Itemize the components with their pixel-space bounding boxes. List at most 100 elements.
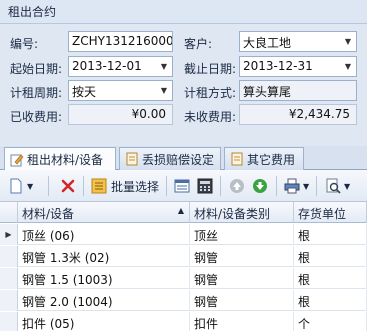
- row-indicator: [0, 268, 18, 289]
- unit-cell[interactable]: 根: [294, 268, 367, 289]
- table-row[interactable]: 钢管 1.5 (1003) 钢管 根: [0, 268, 367, 289]
- column-header-category[interactable]: 材料/设备类别: [190, 202, 294, 223]
- column-header-label: 材料/设备类别: [194, 207, 271, 221]
- start-date-picker[interactable]: 2013-12-01 ▼: [68, 56, 173, 77]
- table-row[interactable]: 钢管 1.3米 (02) 钢管 根: [0, 246, 367, 267]
- search-icon: [326, 178, 341, 194]
- print-button[interactable]: ▼: [284, 177, 309, 195]
- toolbar-separator: [83, 176, 84, 196]
- material-cell[interactable]: 钢管 1.3米 (02): [18, 246, 190, 267]
- row-indicator: [0, 246, 18, 267]
- material-cell[interactable]: 钢管 2.0 (1004): [18, 290, 190, 311]
- unit-cell[interactable]: 根: [294, 224, 367, 245]
- category-cell[interactable]: 钢管: [190, 290, 294, 311]
- arrow-down-icon: [253, 179, 267, 193]
- chevron-down-icon[interactable]: ▼: [156, 81, 172, 100]
- unit-cell[interactable]: 根: [294, 246, 367, 267]
- column-header-unit[interactable]: 存货单位: [294, 202, 367, 223]
- category-cell[interactable]: 顶丝: [190, 224, 294, 245]
- customer-combo[interactable]: 大良工地 ▼: [239, 31, 357, 52]
- table-row[interactable]: ▶ 顶丝 (06) 顶丝 根: [0, 224, 367, 245]
- billing-cycle-value: 按天: [72, 85, 97, 99]
- contract-no-field[interactable]: ZCHY1312160001: [68, 31, 173, 52]
- toolbar: ▼ 批量选择 ▼ ▼: [0, 170, 367, 202]
- tab-label: 其它费用: [247, 152, 296, 167]
- table-row[interactable]: 扣件 (05) 扣件 个: [0, 312, 367, 331]
- row-indicator: [0, 290, 18, 311]
- received-label: 已收费用:: [10, 110, 63, 124]
- contract-no-label: 编号:: [10, 37, 39, 51]
- calculator-button[interactable]: [197, 177, 213, 195]
- unit-cell[interactable]: 根: [294, 290, 367, 311]
- calculator-icon: [197, 178, 213, 194]
- form-view-icon: [174, 179, 190, 193]
- tab-rented-materials[interactable]: 租出材料/设备: [4, 147, 116, 171]
- billing-method-field: 算头算尾: [239, 80, 357, 101]
- toolbar-separator: [220, 176, 221, 196]
- sort-ascending-icon: ▲: [177, 206, 184, 215]
- edit-document-icon: [10, 153, 24, 167]
- tab-loss-compensation[interactable]: 丢损赔偿设定: [119, 147, 221, 170]
- find-button[interactable]: ▼: [325, 177, 350, 195]
- chevron-down-icon[interactable]: ▼: [27, 182, 33, 191]
- batch-select-button[interactable]: 批量选择: [91, 177, 159, 195]
- delete-x-icon: [61, 179, 75, 193]
- billing-cycle-label: 计租周期:: [10, 86, 63, 100]
- customer-label: 客户:: [184, 37, 213, 51]
- billing-method-label: 计租方式:: [184, 86, 237, 100]
- current-row-indicator-icon: ▶: [0, 224, 18, 245]
- column-header-material[interactable]: 材料/设备 ▲: [18, 202, 190, 223]
- chevron-down-icon[interactable]: ▼: [303, 182, 309, 191]
- unreceived-field: ¥2,434.75: [239, 104, 357, 125]
- tab-label: 丢损赔偿设定: [142, 152, 215, 167]
- row-indicator: [0, 312, 18, 331]
- billing-cycle-combo[interactable]: 按天 ▼: [68, 80, 173, 101]
- view-button[interactable]: [174, 177, 190, 195]
- tab-strip: 租出材料/设备 丢损赔偿设定 其它费用: [0, 146, 367, 171]
- new-button[interactable]: ▼: [8, 177, 33, 195]
- category-cell[interactable]: 钢管: [190, 246, 294, 267]
- move-up-button[interactable]: [229, 177, 245, 195]
- tab-other-fees[interactable]: 其它费用: [224, 147, 304, 170]
- unreceived-value: ¥2,434.75: [288, 107, 350, 121]
- category-cell[interactable]: 钢管: [190, 268, 294, 289]
- material-cell[interactable]: 钢管 1.5 (1003): [18, 268, 190, 289]
- grid-corner-header: [0, 202, 18, 223]
- chevron-down-icon[interactable]: ▼: [340, 32, 356, 51]
- material-cell[interactable]: 顶丝 (06): [18, 224, 190, 245]
- column-header-label: 存货单位: [298, 207, 347, 221]
- chevron-down-icon[interactable]: ▼: [340, 57, 356, 76]
- print-icon: [284, 178, 300, 194]
- start-date-label: 起始日期:: [10, 62, 63, 76]
- material-cell[interactable]: 扣件 (05): [18, 312, 190, 331]
- new-document-icon: [10, 178, 22, 194]
- end-date-label: 截止日期:: [184, 62, 237, 76]
- unreceived-label: 未收费用:: [184, 110, 237, 124]
- end-date-picker[interactable]: 2013-12-31 ▼: [239, 56, 357, 77]
- received-field: ¥0.00: [68, 104, 173, 125]
- toolbar-separator: [276, 176, 277, 196]
- document-icon: [230, 152, 244, 166]
- chevron-down-icon[interactable]: ▼: [344, 182, 350, 191]
- tab-label: 租出材料/设备: [27, 153, 104, 167]
- table-row[interactable]: 钢管 2.0 (1004) 钢管 根: [0, 290, 367, 311]
- move-down-button[interactable]: [252, 177, 268, 195]
- column-header-label: 材料/设备: [22, 207, 75, 221]
- delete-button[interactable]: [60, 177, 76, 195]
- batch-select-icon: [91, 178, 107, 194]
- materials-grid: 材料/设备 ▲ 材料/设备类别 存货单位 ▶ 顶丝 (06) 顶丝 根 钢管 1…: [0, 202, 367, 331]
- customer-value: 大良工地: [243, 36, 292, 50]
- group-title: 租出合约: [0, 0, 367, 24]
- start-date-value: 2013-12-01: [72, 59, 142, 73]
- arrow-up-icon: [230, 179, 244, 193]
- received-value: ¥0.00: [131, 107, 166, 121]
- category-cell[interactable]: 扣件: [190, 312, 294, 331]
- unit-cell[interactable]: 个: [294, 312, 367, 331]
- toolbar-separator: [48, 176, 49, 196]
- chevron-down-icon[interactable]: ▼: [156, 57, 172, 76]
- toolbar-separator: [316, 176, 317, 196]
- toolbar-separator: [166, 176, 167, 196]
- end-date-value: 2013-12-31: [243, 59, 313, 73]
- document-icon: [125, 152, 139, 166]
- batch-select-label: 批量选择: [111, 179, 160, 194]
